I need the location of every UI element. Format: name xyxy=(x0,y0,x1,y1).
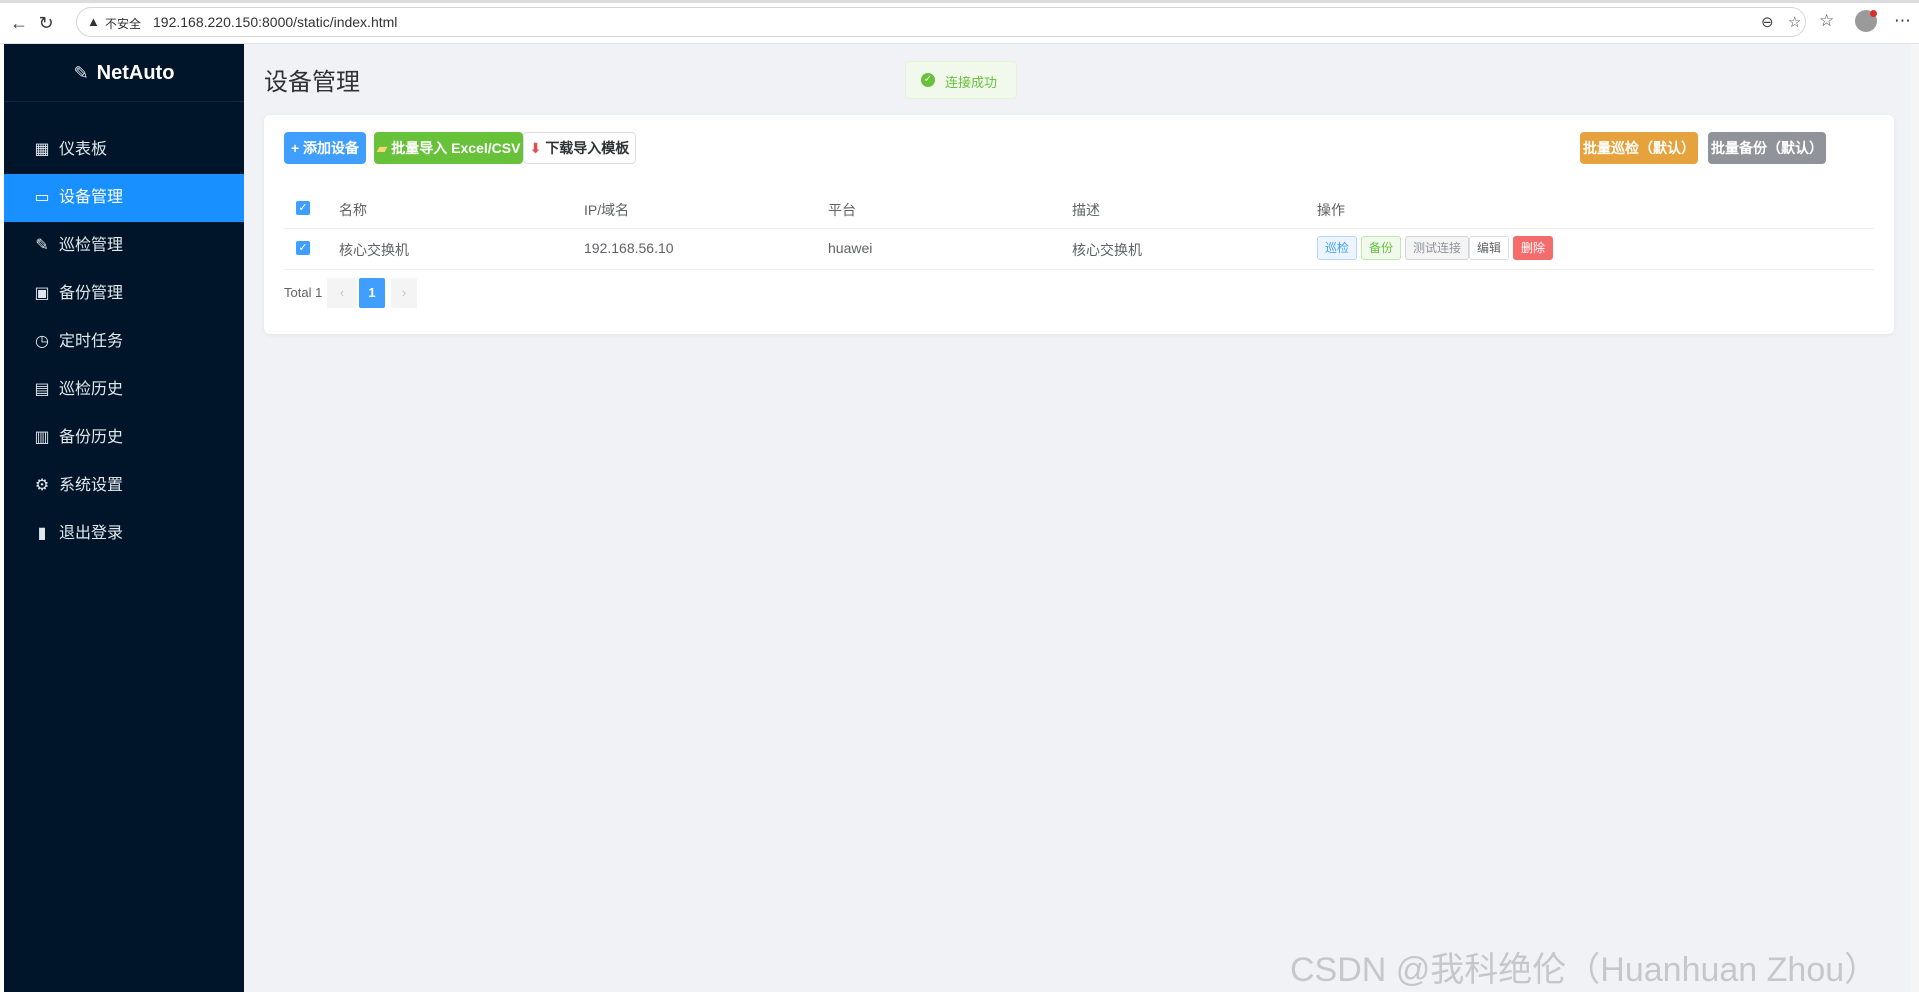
table-header: ✓ 名称 IP/域名 平台 描述 操作 xyxy=(284,188,1874,229)
main-content: 设备管理 ✓ 连接成功 + 添加设备 ▰ 批量导入 Excel/CSV ⬇ 下载… xyxy=(264,44,1895,992)
sidebar-item-settings[interactable]: ⚙ 系统设置 xyxy=(4,462,244,510)
url-text[interactable]: 192.168.220.150:8000/static/index.html xyxy=(153,14,397,30)
document-icon: ▥ xyxy=(34,429,50,446)
sidebar-item-logout[interactable]: ▮ 退出登录 xyxy=(4,510,244,558)
folder-icon: ▰ xyxy=(376,140,388,156)
sidebar-item-label: 定时任务 xyxy=(59,333,124,350)
column-header-name: 名称 xyxy=(339,202,367,218)
select-all-checkbox[interactable]: ✓ xyxy=(296,201,310,215)
app-logo: ✎ NetAuto xyxy=(4,44,244,102)
insecure-label: 不安全 xyxy=(105,17,142,31)
sidebar-item-label: 巡检历史 xyxy=(59,381,124,398)
tab-strip xyxy=(0,0,1919,3)
watermark: CSDN @我科绝伦（Huanhuan Zhou） xyxy=(1290,951,1879,989)
sidebar-item-backup[interactable]: ▣ 备份管理 xyxy=(4,270,244,318)
page-title: 设备管理 xyxy=(264,69,360,96)
column-header-ip: IP/域名 xyxy=(584,202,630,218)
floppy-icon: ▣ xyxy=(34,285,50,302)
table-row[interactable]: ✓ 核心交换机 192.168.56.10 huawei 核心交换机 巡检 备份… xyxy=(284,228,1874,270)
app-frame: ✎ NetAuto ▦ 仪表板 ▭ 设备管理 ✎ 巡检管理 ▣ 备份管理 ◷ 定时… xyxy=(4,44,1915,992)
edit-button[interactable]: 编辑 xyxy=(1469,236,1510,260)
sidebar-item-inspection-history[interactable]: ▤ 巡检历史 xyxy=(4,366,244,414)
favorites-icon[interactable]: ☆ xyxy=(1819,11,1834,31)
scrollbar[interactable] xyxy=(1911,44,1919,992)
sidebar: ✎ NetAuto ▦ 仪表板 ▭ 设备管理 ✎ 巡检管理 ▣ 备份管理 ◷ 定时… xyxy=(4,44,244,992)
check-circle-icon: ✓ xyxy=(921,73,935,87)
import-button-label: 批量导入 Excel/CSV xyxy=(391,140,521,156)
test-connection-button[interactable]: 测试连接 xyxy=(1405,236,1470,260)
column-header-description: 描述 xyxy=(1072,202,1100,218)
device-card: + 添加设备 ▰ 批量导入 Excel/CSV ⬇ 下载导入模板 批量巡检（默认… xyxy=(264,115,1894,334)
backup-button[interactable]: 备份 xyxy=(1361,236,1402,260)
wrench-icon: ✎ xyxy=(73,63,89,83)
prev-page-icon[interactable]: ‹ xyxy=(327,278,357,308)
dashboard-icon: ▦ xyxy=(34,141,50,158)
column-header-actions: 操作 xyxy=(1317,202,1345,218)
star-icon[interactable]: ☆ xyxy=(1788,13,1801,31)
download-template-button[interactable]: ⬇ 下载导入模板 xyxy=(523,132,636,164)
back-icon[interactable]: ← xyxy=(8,12,30,34)
pagination-total: Total 1 xyxy=(284,285,323,300)
address-bar[interactable]: ▲ 不安全 192.168.220.150:8000/static/index.… xyxy=(76,7,1806,37)
reader-icon[interactable]: ⊖ xyxy=(1761,13,1774,31)
sidebar-menu: ▦ 仪表板 ▭ 设备管理 ✎ 巡检管理 ▣ 备份管理 ◷ 定时任务 ▤ 巡检历史 xyxy=(4,126,244,558)
profile-badge xyxy=(1870,10,1877,17)
add-device-button[interactable]: + 添加设备 xyxy=(284,132,366,164)
download-icon: ⬇ xyxy=(529,140,542,156)
download-template-label: 下载导入模板 xyxy=(545,140,630,156)
cell-platform: huawei xyxy=(828,240,873,256)
success-toast: ✓ 连接成功 xyxy=(905,61,1017,99)
cell-description: 核心交换机 xyxy=(1072,242,1142,258)
browser-toolbar: ← ↻ ▲ 不安全 192.168.220.150:8000/static/in… xyxy=(0,0,1919,44)
warning-icon: ▲ xyxy=(87,14,100,29)
reload-icon[interactable]: ↻ xyxy=(35,12,57,34)
page-number-current[interactable]: 1 xyxy=(359,278,385,308)
wrench-icon: ✎ xyxy=(35,237,49,254)
sidebar-item-devices[interactable]: ▭ 设备管理 xyxy=(4,174,244,222)
import-button[interactable]: ▰ 批量导入 Excel/CSV xyxy=(374,132,523,164)
toast-message: 连接成功 xyxy=(945,75,998,90)
door-icon: ▮ xyxy=(37,525,47,542)
sidebar-item-label: 备份历史 xyxy=(59,429,124,446)
sidebar-item-backup-history[interactable]: ▥ 备份历史 xyxy=(4,414,244,462)
sidebar-item-label: 退出登录 xyxy=(59,525,124,542)
row-checkbox[interactable]: ✓ xyxy=(296,241,310,255)
inspect-button[interactable]: 巡检 xyxy=(1317,236,1358,260)
sidebar-item-label: 仪表板 xyxy=(59,141,108,158)
sidebar-item-scheduled-tasks[interactable]: ◷ 定时任务 xyxy=(4,318,244,366)
logo-text: NetAuto xyxy=(96,62,175,84)
column-header-platform: 平台 xyxy=(828,202,856,218)
more-icon[interactable]: ⋯ xyxy=(1894,11,1911,31)
cell-ip: 192.168.56.10 xyxy=(584,240,674,256)
delete-button[interactable]: 删除 xyxy=(1513,236,1554,260)
gear-icon: ⚙ xyxy=(34,477,50,494)
notebook-icon: ▤ xyxy=(34,381,50,398)
batch-inspect-button[interactable]: 批量巡检（默认） xyxy=(1580,132,1698,164)
device-icon: ▭ xyxy=(34,189,50,206)
sidebar-item-inspection[interactable]: ✎ 巡检管理 xyxy=(4,222,244,270)
sidebar-item-label: 备份管理 xyxy=(59,285,124,302)
next-page-icon[interactable]: › xyxy=(391,278,417,308)
cell-name: 核心交换机 xyxy=(339,242,409,258)
batch-backup-button[interactable]: 批量备份（默认） xyxy=(1708,132,1826,164)
sidebar-item-label: 巡检管理 xyxy=(59,237,124,254)
sidebar-item-label: 设备管理 xyxy=(59,189,124,206)
sidebar-item-dashboard[interactable]: ▦ 仪表板 xyxy=(4,126,244,174)
sidebar-item-label: 系统设置 xyxy=(59,477,124,494)
alarm-clock-icon: ◷ xyxy=(35,333,49,350)
